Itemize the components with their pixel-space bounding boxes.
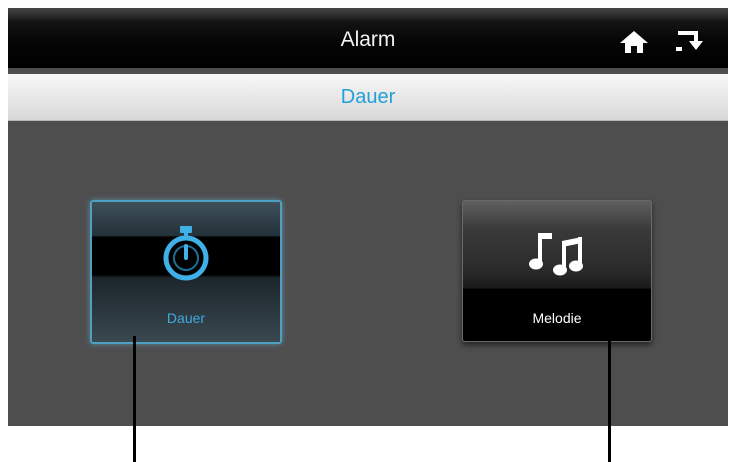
back-icon <box>676 31 703 51</box>
section-bar: Dauer <box>8 74 728 121</box>
device-screen: Alarm Dauer Dauer Melodie <box>8 8 728 426</box>
callout-line-dauer <box>133 336 136 462</box>
dauer-label: Dauer <box>166 310 206 326</box>
stopwatch-icon <box>163 226 209 281</box>
melodie-tile[interactable]: Melodie <box>462 200 652 342</box>
title-bar: Alarm <box>8 8 728 68</box>
melodie-label: Melodie <box>532 310 582 326</box>
back-button[interactable] <box>674 29 706 55</box>
music-notes-icon <box>529 233 583 276</box>
dauer-tile[interactable]: Dauer <box>90 200 282 344</box>
callout-line-melodie <box>608 336 611 462</box>
home-icon <box>620 31 648 53</box>
home-button[interactable] <box>618 29 650 55</box>
section-title: Dauer <box>340 86 396 108</box>
